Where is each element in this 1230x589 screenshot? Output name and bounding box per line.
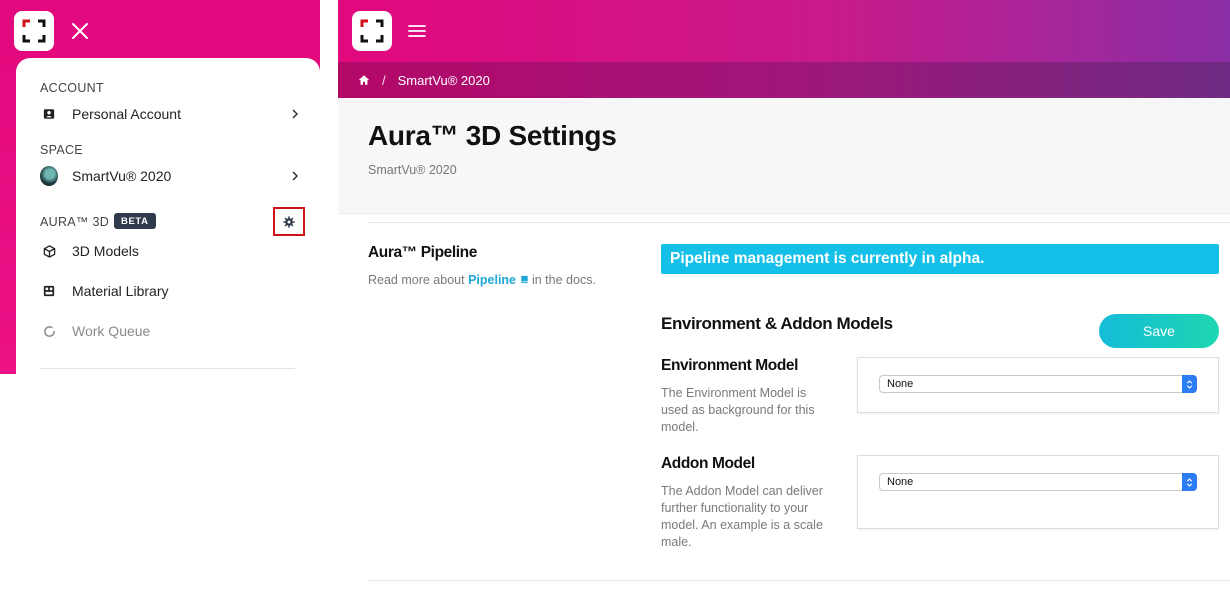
aura-settings-button[interactable] — [273, 207, 305, 236]
aura-section-label: AURA™ 3D — [40, 215, 110, 229]
page-subtitle: SmartVu® 2020 — [368, 163, 457, 177]
app-logo[interactable] — [14, 11, 54, 51]
divider — [368, 222, 1230, 223]
avatar — [40, 166, 58, 186]
nav-item-3d-models[interactable]: 3D Models — [40, 237, 300, 265]
settings-card: Aura™ Pipeline Read more about Pipeline … — [338, 213, 1230, 589]
models-section-title: Environment & Addon Models — [661, 314, 893, 333]
cube-icon — [40, 242, 58, 260]
chevron-right-icon — [292, 109, 299, 119]
environment-model-select[interactable]: None — [879, 375, 1197, 393]
nav-item-work-queue[interactable]: Work Queue — [40, 317, 300, 345]
nav-item-personal-account[interactable]: Personal Account — [40, 100, 300, 128]
navigation-drawer: ACCOUNT Personal Account SPACE SmartVu® … — [0, 0, 320, 374]
pipeline-desc-prefix: Read more about — [368, 273, 465, 287]
divider — [368, 580, 1230, 581]
addon-model-title: Addon Model — [661, 455, 755, 472]
top-app-bar — [338, 0, 1230, 62]
addon-model-select[interactable]: None — [879, 473, 1197, 491]
save-button[interactable]: Save — [1099, 314, 1219, 348]
drawer-divider — [40, 368, 295, 369]
alpha-alert-banner: Pipeline management is currently in alph… — [661, 244, 1219, 274]
nav-item-label: Personal Account — [72, 106, 181, 122]
spinner-icon — [40, 322, 58, 340]
breadcrumb: / SmartVu® 2020 — [338, 62, 1230, 98]
addon-model-field: None — [857, 455, 1219, 529]
environment-model-field: None — [857, 357, 1219, 413]
select-updown-icon — [1182, 375, 1197, 393]
main-panel: / SmartVu® 2020 Aura™ 3D Settings SmartV… — [338, 0, 1230, 589]
pipeline-docs-link[interactable]: Pipeline — [468, 273, 528, 287]
nav-item-label: SmartVu® 2020 — [72, 168, 172, 184]
environment-model-title: Environment Model — [661, 357, 799, 374]
breadcrumb-separator: / — [382, 72, 386, 88]
book-icon — [520, 275, 528, 284]
environment-model-value: None — [887, 378, 914, 390]
nav-item-label: 3D Models — [72, 243, 139, 259]
material-icon — [40, 282, 58, 300]
addon-model-description: The Addon Model can deliver further func… — [661, 484, 823, 549]
frame-logo-icon — [22, 19, 46, 43]
pipeline-link-label: Pipeline — [468, 273, 517, 287]
beta-badge: BETA — [114, 213, 156, 229]
gear-icon — [283, 215, 295, 228]
drawer-panel: ACCOUNT Personal Account SPACE SmartVu® … — [16, 58, 320, 374]
select-updown-icon — [1182, 473, 1197, 491]
nav-item-material-library[interactable]: Material Library — [40, 277, 300, 305]
pipeline-description: Read more about Pipeline in the docs. — [368, 272, 596, 289]
addon-model-value: None — [887, 476, 914, 488]
account-section-label: ACCOUNT — [40, 81, 104, 95]
breadcrumb-current[interactable]: SmartVu® 2020 — [398, 73, 490, 88]
id-card-icon — [40, 105, 58, 123]
environment-model-description: The Environment Model is used as backgro… — [661, 386, 815, 434]
chevron-right-icon — [292, 171, 299, 181]
close-icon[interactable] — [70, 21, 90, 41]
nav-item-label: Material Library — [72, 283, 169, 299]
space-section-label: SPACE — [40, 143, 83, 157]
hamburger-menu-icon[interactable] — [408, 23, 426, 39]
nav-item-label: Work Queue — [72, 323, 151, 339]
pipeline-desc-suffix: in the docs. — [531, 273, 596, 287]
nav-item-space[interactable]: SmartVu® 2020 — [40, 162, 300, 190]
frame-logo-icon — [360, 19, 384, 43]
space-avatar-wrap — [40, 166, 58, 186]
pipeline-title: Aura™ Pipeline — [368, 244, 477, 261]
app-logo[interactable] — [352, 11, 392, 51]
page-title: Aura™ 3D Settings — [368, 120, 617, 151]
home-icon[interactable] — [358, 74, 370, 86]
